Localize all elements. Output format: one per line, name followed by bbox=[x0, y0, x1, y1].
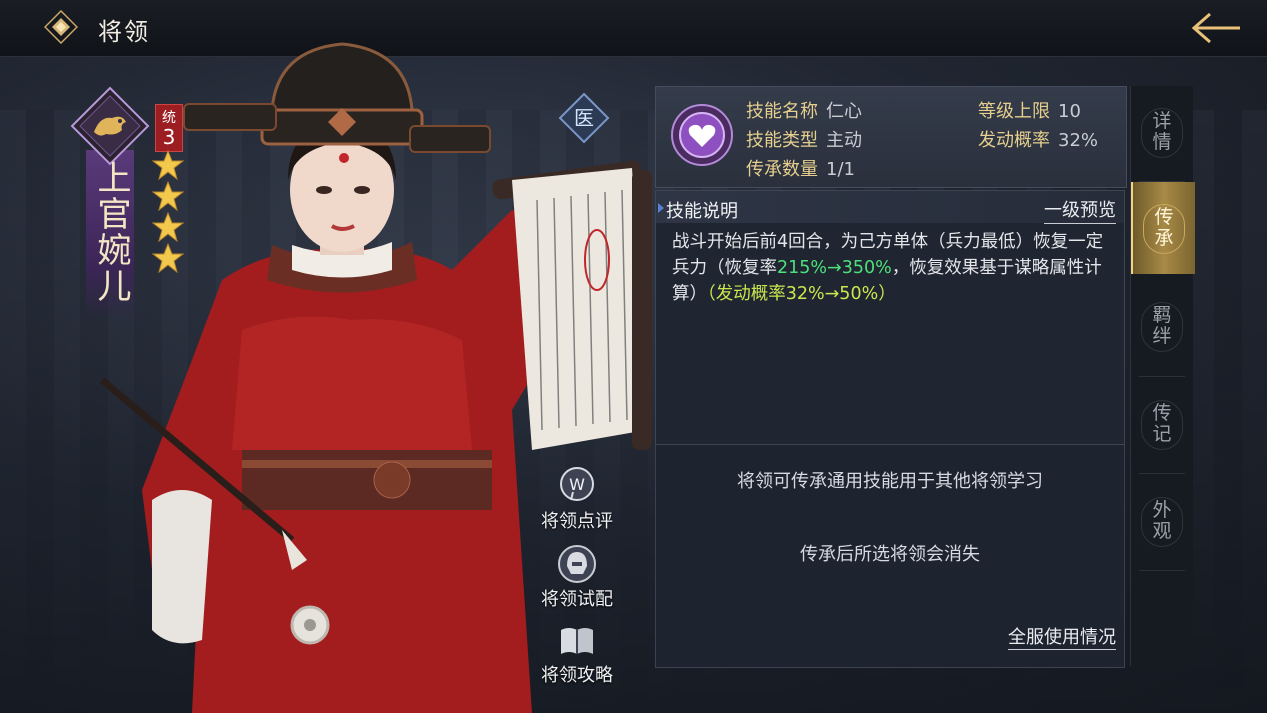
tab-bonds-label: 羁绊 bbox=[1152, 304, 1172, 347]
recovery-rate-highlight: 215%→350% bbox=[777, 258, 892, 278]
skill-type-value: 主动 bbox=[826, 130, 862, 151]
inheritance-note-1: 将领可传承通用技能用于其他将领学习 bbox=[737, 471, 1043, 492]
tab-appearance[interactable]: 外观 bbox=[1131, 475, 1193, 567]
comment-icon: W bbox=[560, 467, 594, 501]
description-title: 技能说明 bbox=[666, 201, 738, 222]
skill-rate-label: 发动概率 bbox=[978, 130, 1050, 151]
tab-biography-label: 传记 bbox=[1152, 402, 1172, 445]
server-usage-link[interactable]: 全服使用情况 bbox=[1008, 623, 1116, 650]
skill-level-label: 等级上限 bbox=[978, 101, 1050, 122]
skill-header-panel: 技能名称 仁心 技能类型 主动 传承数量 1/1 等级上限 10 发动概率 32% bbox=[655, 86, 1127, 188]
book-icon bbox=[561, 628, 593, 654]
skill-level-value: 10 bbox=[1058, 101, 1081, 122]
heart-skill-icon[interactable] bbox=[670, 103, 734, 167]
hero-guide-label: 将领攻略 bbox=[541, 665, 613, 686]
helmet-icon bbox=[558, 545, 596, 583]
tab-divider bbox=[1139, 376, 1185, 377]
tab-bonds[interactable]: 羁绊 bbox=[1131, 280, 1193, 372]
skill-description-panel: 技能说明 一级预览 战斗开始后前4回合，为己方单体（兵力最低）恢复一定兵力（恢复… bbox=[655, 190, 1125, 445]
skill-name-value: 仁心 bbox=[826, 101, 862, 122]
side-tab-bar: 详情 传承 羁绊 传记 外观 bbox=[1130, 86, 1195, 666]
level-one-preview-link[interactable]: 一级预览 bbox=[1044, 196, 1116, 224]
hero-trial-button[interactable]: 将领试配 bbox=[534, 544, 620, 611]
skill-rate-value: 32% bbox=[1058, 130, 1099, 151]
skill-count-label: 传承数量 bbox=[746, 159, 818, 180]
tab-divider bbox=[1139, 473, 1185, 474]
hero-review-button[interactable]: W 将领点评 bbox=[534, 466, 620, 533]
tab-divider bbox=[1139, 570, 1185, 571]
skill-name-row: 技能名称 仁心 bbox=[746, 97, 862, 123]
skill-level-row: 等级上限 10 bbox=[978, 97, 1081, 123]
skill-count-value: 1/1 bbox=[826, 159, 855, 180]
description-text: 战斗开始后前4回合，为己方单体（兵力最低）恢复一定兵力（恢复率215%→350%… bbox=[672, 229, 1112, 307]
tab-details[interactable]: 详情 bbox=[1131, 86, 1193, 178]
inheritance-info-panel: 将领可传承通用技能用于其他将领学习 传承后所选将领会消失 全服使用情况 bbox=[655, 445, 1125, 668]
back-arrow-icon[interactable] bbox=[1186, 10, 1246, 46]
skill-type-row: 技能类型 主动 bbox=[746, 126, 862, 152]
skill-rate-row: 发动概率 32% bbox=[978, 126, 1098, 152]
tab-biography[interactable]: 传记 bbox=[1131, 378, 1193, 470]
tab-appearance-label: 外观 bbox=[1152, 499, 1172, 542]
hero-review-label: 将领点评 bbox=[541, 511, 613, 532]
trigger-rate-highlight: （发动概率32%→50%） bbox=[707, 284, 896, 304]
svg-text:W: W bbox=[569, 475, 585, 494]
skill-name-label: 技能名称 bbox=[746, 101, 818, 122]
inheritance-note-2: 传承后所选将领会消失 bbox=[800, 544, 980, 565]
class-label: 医 bbox=[574, 106, 594, 130]
hero-guide-button[interactable]: 将领攻略 bbox=[534, 620, 620, 687]
description-title-bar: 技能说明 一级预览 bbox=[656, 191, 1124, 224]
skill-type-label: 技能类型 bbox=[746, 130, 818, 151]
title-marker-icon bbox=[658, 203, 664, 213]
tab-inherit[interactable]: 传承 bbox=[1131, 182, 1195, 274]
tab-inherit-label: 传承 bbox=[1154, 206, 1174, 249]
skill-count-row: 传承数量 1/1 bbox=[746, 155, 855, 181]
diamond-emblem-icon bbox=[44, 10, 78, 44]
tab-details-label: 详情 bbox=[1152, 110, 1172, 153]
hero-trial-label: 将领试配 bbox=[541, 589, 613, 610]
